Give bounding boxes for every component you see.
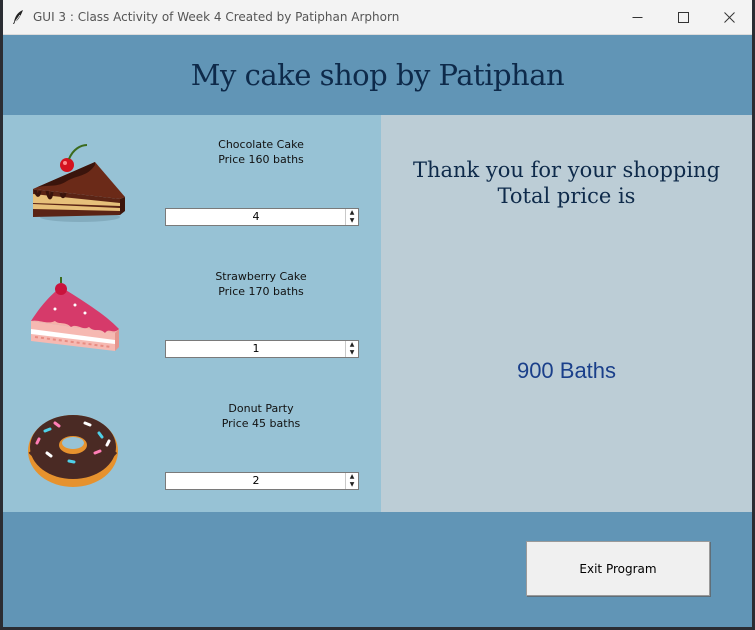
product-chocolate-cake: Chocolate Cake Price 160 baths 4 ▲ ▼ — [3, 115, 381, 245]
product-name: Chocolate Cake — [218, 138, 304, 151]
minimize-button[interactable] — [614, 0, 660, 34]
quantity-spinbox[interactable]: 2 ▲ ▼ — [165, 472, 359, 490]
quantity-value[interactable]: 1 — [166, 342, 346, 355]
product-price: Price 45 baths — [221, 417, 301, 430]
shop-header: My cake shop by Patiphan — [3, 35, 752, 115]
product-donut-party: Donut Party Price 45 baths 2 ▲ ▼ — [3, 379, 381, 509]
product-strawberry-cake: Strawberry Cake Price 170 baths 1 ▲ ▼ — [3, 247, 381, 377]
title-bar: GUI 3 : Class Activity of Week 4 Created… — [3, 0, 752, 35]
window-title: GUI 3 : Class Activity of Week 4 Created… — [33, 10, 400, 24]
quantity-spinbox[interactable]: 4 ▲ ▼ — [165, 208, 359, 226]
summary-panel: Thank you for your shopping Total price … — [381, 115, 752, 512]
product-price: Price 170 baths — [218, 285, 304, 298]
decrement-button[interactable]: ▼ — [346, 217, 358, 225]
close-icon — [723, 11, 735, 23]
product-price: Price 160 baths — [218, 153, 304, 166]
increment-button[interactable]: ▲ — [346, 473, 358, 481]
donut-icon — [28, 415, 118, 487]
strawberry-cake-icon — [31, 277, 119, 351]
spin-buttons: ▲ ▼ — [345, 473, 358, 489]
quantity-value[interactable]: 4 — [166, 210, 346, 223]
quantity-spinbox[interactable]: 1 ▲ ▼ — [165, 340, 359, 358]
close-button[interactable] — [706, 0, 752, 34]
total-label: Total price is — [497, 184, 636, 208]
chocolate-cake-icon — [33, 144, 125, 222]
minimize-icon — [632, 16, 642, 18]
increment-button[interactable]: ▲ — [346, 341, 358, 349]
app-window: GUI 3 : Class Activity of Week 4 Created… — [3, 0, 752, 627]
total-price: 900 Baths — [516, 358, 617, 383]
decrement-button[interactable]: ▼ — [346, 481, 358, 489]
spin-buttons: ▲ ▼ — [345, 209, 358, 225]
quantity-value[interactable]: 2 — [166, 474, 346, 487]
maximize-icon — [677, 11, 689, 23]
product-name: Strawberry Cake — [215, 270, 307, 283]
thanks-line: Thank you for your shopping — [412, 158, 721, 182]
thanks-message: Thank you for your shopping Total price … — [381, 157, 752, 209]
shop-title: My cake shop by Patiphan — [190, 58, 565, 92]
maximize-button[interactable] — [660, 0, 706, 34]
feather-icon — [13, 10, 23, 24]
spin-buttons: ▲ ▼ — [345, 341, 358, 357]
exit-button[interactable]: Exit Program — [526, 541, 710, 596]
product-name: Donut Party — [228, 402, 294, 415]
increment-button[interactable]: ▲ — [346, 209, 358, 217]
decrement-button[interactable]: ▼ — [346, 349, 358, 357]
product-panel: Chocolate Cake Price 160 baths 4 ▲ ▼ Str… — [3, 115, 381, 512]
